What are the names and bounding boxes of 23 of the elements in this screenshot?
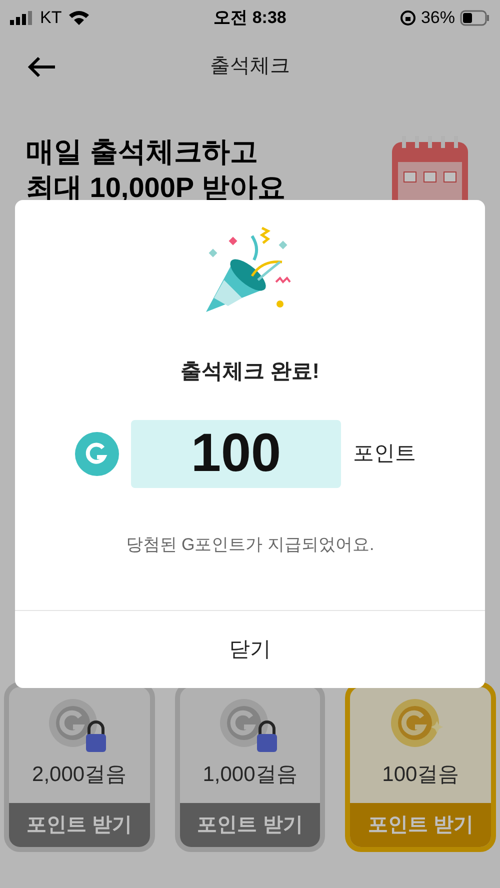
headline-line: 매일 출석체크하고 xyxy=(26,135,259,169)
close-button[interactable]: 닫기 xyxy=(15,610,485,688)
g-point-icon xyxy=(75,432,119,476)
battery-percent: 36% xyxy=(420,6,455,29)
get-points-button[interactable]: 포인트 받기 xyxy=(9,802,150,846)
back-arrow-icon xyxy=(27,56,57,78)
page-title: 출석체크 xyxy=(210,54,290,79)
step-count: 2,000걸음 xyxy=(32,762,127,788)
step-count: 100걸음 xyxy=(382,762,460,788)
get-points-button[interactable]: 포인트 받기 xyxy=(350,802,492,846)
wifi-icon xyxy=(68,10,90,26)
points-unit: 포인트 xyxy=(353,440,416,467)
clock: 오전 8:38 xyxy=(214,6,286,29)
dialog-title: 출석체크 완료! xyxy=(180,359,320,385)
dialog-message: 당첨된 G포인트가 지급되었어요. xyxy=(126,534,374,556)
rotation-lock-icon xyxy=(400,10,416,26)
headline-line: 최대 10,000P 받아요 xyxy=(26,171,286,205)
step-count: 1,000걸음 xyxy=(202,762,298,788)
carrier: KT xyxy=(40,6,62,29)
points-amount: 100 xyxy=(131,420,341,488)
signal-icon xyxy=(10,10,34,24)
get-points-button[interactable]: 포인트 받기 xyxy=(180,802,320,846)
battery-icon xyxy=(460,10,490,26)
